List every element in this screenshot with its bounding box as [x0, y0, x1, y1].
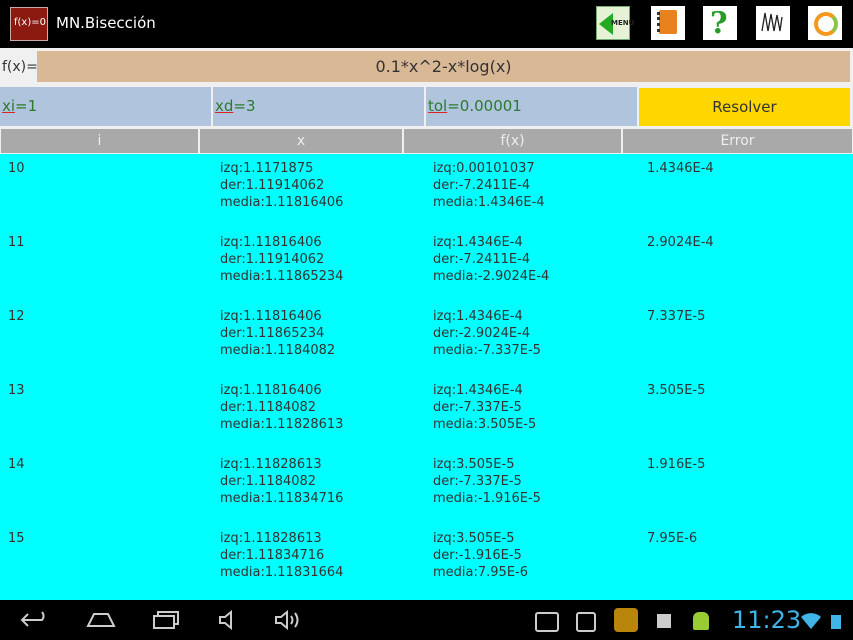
cell-fx: izq:0.00101037 der:-7.2411E-4 media:1.43… [433, 161, 545, 210]
table-row: 14 izq:1.11828613 der:1.1184082 media:1.… [0, 450, 853, 524]
notebook-button[interactable] [651, 6, 685, 40]
function-row: f(x)= 0.1*x^2-x*log(x) [0, 48, 853, 85]
header-i: i [1, 129, 198, 153]
tol-name: tol [428, 97, 448, 115]
cell-error: 2.9024E-4 [647, 235, 714, 250]
facebook-icon [657, 614, 671, 628]
tol-value: =0.00001 [447, 97, 522, 115]
xi-name: xi [2, 97, 16, 115]
cell-x: izq:1.1171875 der:1.11914062 media:1.118… [220, 161, 344, 210]
app-icon[interactable]: f(x)=0 [10, 7, 48, 41]
cell-x: izq:1.11828613 der:1.1184082 media:1.118… [220, 457, 344, 506]
cell-fx: izq:3.505E-5 der:-1.916E-5 media:7.95E-6 [433, 531, 528, 580]
battery-icon [831, 615, 841, 629]
cell-error: 1.4346E-4 [647, 161, 714, 176]
cell-fx: izq:1.4346E-4 der:-7.337E-5 media:3.505E… [433, 383, 537, 432]
cell-x: izq:1.11816406 der:1.1184082 media:1.118… [220, 383, 344, 432]
system-nav-bar: 11:23 [0, 600, 853, 640]
refresh-icon [814, 12, 838, 36]
help-icon: ? [710, 6, 728, 41]
cell-i: 12 [8, 309, 25, 324]
menu-button[interactable]: MENU [596, 6, 634, 40]
params-row: xi=1 xd=3 tol=0.00001 Resolver [0, 85, 853, 128]
header-fx: f(x) [404, 129, 621, 153]
table-header: i x f(x) Error [0, 128, 853, 154]
table-row: 11 izq:1.11816406 der:1.11914062 media:1… [0, 228, 853, 302]
cell-i: 13 [8, 383, 25, 398]
volume-up-icon[interactable] [274, 610, 304, 630]
cell-error: 1.916E-5 [647, 457, 706, 472]
cell-fx: izq:1.4346E-4 der:-2.9024E-4 media:-7.33… [433, 309, 541, 358]
tol-field[interactable]: tol=0.00001 [426, 87, 637, 126]
table-row: 10 izq:1.1171875 der:1.11914062 media:1.… [0, 154, 853, 228]
xi-value: =1 [15, 97, 38, 115]
back-icon[interactable] [20, 610, 50, 630]
xd-field[interactable]: xd=3 [213, 87, 424, 126]
action-bar: f(x)=0 MN.Bisección MENU ? [0, 0, 853, 48]
recent-apps-icon[interactable] [152, 610, 182, 630]
cell-fx: izq:3.505E-5 der:-7.337E-5 media:-1.916E… [433, 457, 541, 506]
cell-error: 3.505E-5 [647, 383, 706, 398]
app-icon-text: f(x)=0 [14, 17, 46, 28]
home-icon[interactable] [86, 612, 116, 628]
volume-down-icon[interactable] [218, 610, 244, 630]
cell-x: izq:1.11828613 der:1.11834716 media:1.11… [220, 531, 344, 580]
wifi-icon [801, 613, 821, 629]
cell-fx: izq:1.4346E-4 der:-7.2411E-4 media:-2.90… [433, 235, 550, 284]
xd-value: =3 [233, 97, 256, 115]
android-debug-icon [693, 612, 709, 630]
xi-field[interactable]: xi=1 [0, 87, 211, 126]
notebook-spiral [657, 12, 664, 32]
results-table[interactable]: 10 izq:1.1171875 der:1.11914062 media:1.… [0, 154, 853, 600]
resolver-button[interactable]: Resolver [639, 88, 850, 126]
graph-icon [761, 12, 783, 32]
clock: 11:23 [732, 606, 802, 634]
cell-i: 15 [8, 531, 25, 546]
camera-icon [535, 612, 559, 632]
graph-button[interactable] [756, 6, 790, 40]
table-row: 12 izq:1.11816406 der:1.11865234 media:1… [0, 302, 853, 376]
refresh-button[interactable] [808, 6, 842, 40]
cell-x: izq:1.11816406 der:1.11914062 media:1.11… [220, 235, 344, 284]
table-row: 13 izq:1.11816406 der:1.1184082 media:1.… [0, 376, 853, 450]
header-error: Error [623, 129, 852, 153]
function-label: f(x)= [2, 59, 38, 75]
cell-x: izq:1.11816406 der:1.11865234 media:1.11… [220, 309, 336, 358]
cell-i: 14 [8, 457, 25, 472]
dog-app-icon [614, 608, 638, 632]
notification-icon [576, 612, 596, 632]
cell-i: 10 [8, 161, 25, 176]
header-x: x [200, 129, 402, 153]
xd-name: xd [215, 97, 234, 115]
cell-i: 11 [8, 235, 25, 250]
cell-error: 7.337E-5 [647, 309, 706, 324]
app-title: MN.Bisección [56, 14, 156, 32]
menu-label: MENU [611, 19, 635, 27]
help-button[interactable]: ? [703, 6, 737, 41]
table-row: 15 izq:1.11828613 der:1.11834716 media:1… [0, 524, 853, 598]
cell-error: 7.95E-6 [647, 531, 698, 546]
function-input[interactable]: 0.1*x^2-x*log(x) [37, 51, 850, 82]
